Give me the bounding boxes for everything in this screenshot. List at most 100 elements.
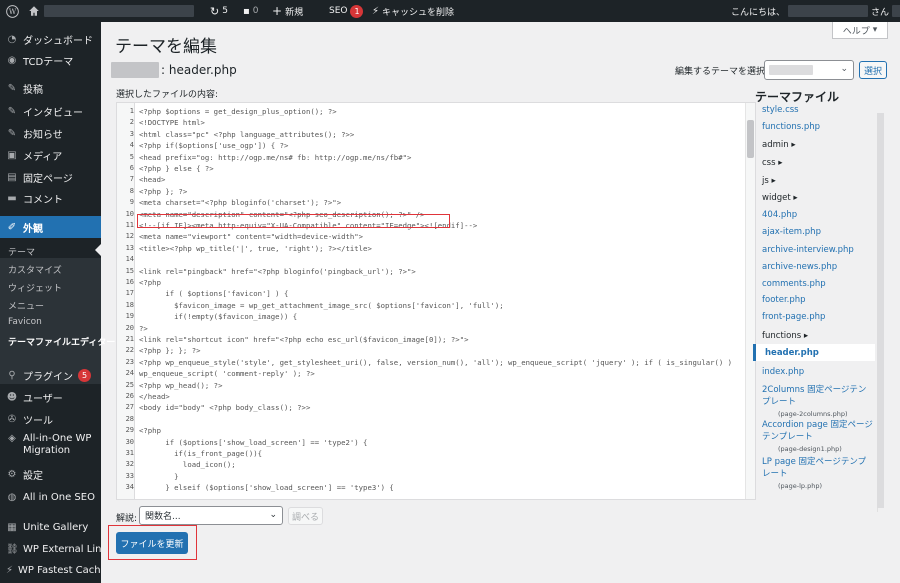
file-item[interactable]: Accordion page 固定ページテンプレート [762, 419, 874, 443]
line-number: 13 [125, 243, 134, 252]
line-number: 34 [125, 483, 134, 492]
submenu-menus[interactable]: メニュー [0, 299, 101, 312]
pin-icon: ✎ [7, 127, 17, 139]
file-item[interactable]: footer.php [762, 295, 806, 305]
line-number: 28 [125, 414, 134, 423]
menu-pages[interactable]: ▤ 固定ページ [0, 168, 101, 186]
cache-icon: ⚡ [372, 5, 380, 17]
line-number: 32 [125, 460, 134, 469]
folder-item[interactable]: js ▸ [762, 176, 776, 186]
plugin-icon: ⚲ [8, 369, 16, 381]
folder-item[interactable]: functions ▸ [762, 331, 808, 341]
menu-all-in-one-seo[interactable]: ◍ All in One SEO [0, 488, 101, 506]
theme-file-list: style.css functions.php admin ▸ css ▸ js ▸ wi… [753, 105, 875, 513]
code-line: <head prefix="og: http://ogp.me/ns# fb: … [139, 152, 412, 162]
page-title: テーマを編集 [115, 37, 217, 57]
menu-appearance[interactable]: ✐ 外観 [0, 216, 101, 238]
clear-cache-link[interactable]: ⚡ キャッシュを削除 [372, 0, 454, 22]
code-line: <?php $options = get_design_plus_option(… [139, 107, 337, 116]
code-line: <?php [139, 426, 161, 436]
theme-name-redacted [111, 62, 159, 78]
line-number: 17 [125, 289, 134, 298]
code-line: <body id="body" <?php body_class(); ?>> [139, 403, 311, 413]
file-item[interactable]: 2Columns 固定ページテンプレート [762, 384, 874, 408]
code-line: } [139, 471, 179, 481]
menu-tools[interactable]: ✇ ツール [0, 410, 101, 428]
theme-select[interactable]: ⌄ [764, 60, 854, 80]
migration-icon: ◈ [8, 433, 16, 444]
folder-item[interactable]: admin ▸ [762, 140, 796, 150]
file-item[interactable]: 404.php [762, 210, 797, 220]
wordpress-icon[interactable]: W [6, 0, 19, 22]
code-line: } elseif ($options['show_load_screen'] =… [139, 483, 394, 493]
code-line: <title><?php wp_title('|', true, 'right'… [139, 243, 372, 253]
line-number: 5 [129, 152, 134, 161]
file-item[interactable]: header.php [753, 344, 875, 361]
line-number: 26 [125, 392, 134, 400]
code-line: load_icon(); [139, 460, 236, 470]
page-icon: ▤ [7, 171, 17, 183]
file-item[interactable]: functions.php [762, 122, 820, 132]
home-icon[interactable] [28, 0, 40, 22]
code-editor[interactable]: 1 2 3 4 5 6 7 8 9 10 11 12 13 14 15 16 17 18 19 20 21 22 23 24 2… [116, 102, 756, 500]
update-file-button[interactable]: ファイルを更新 [116, 532, 188, 554]
menu-unite-gallery[interactable]: ▦ Unite Gallery [0, 518, 101, 536]
submenu-customize[interactable]: カスタマイズ [0, 263, 101, 276]
chevron-down-icon: ▾ [872, 25, 878, 35]
menu-plugins[interactable]: ⚲ プラグイン 5 [0, 366, 101, 384]
code-line: <?php if($options['use_ogp']) { ?> [139, 141, 289, 151]
comments-link[interactable]: ▪ 0 [243, 0, 259, 22]
seo-badge: 1 [350, 4, 364, 18]
folder-item[interactable]: css ▸ [762, 158, 783, 168]
submenu-theme-file-editor[interactable]: テーマファイルエディター [0, 335, 115, 348]
submenu-themes[interactable]: テーマ [0, 245, 101, 258]
lookup-button[interactable]: 調べる [288, 507, 323, 525]
menu-wp-fastest-cache[interactable]: ⚡ WP Fastest Cache [0, 561, 107, 579]
menu-media[interactable]: ▣ メディア [0, 146, 101, 164]
seo-icon: ◍ [7, 491, 17, 503]
menu-interview[interactable]: ✎ インタビュー [0, 102, 101, 120]
menu-dashboard[interactable]: ◔ ダッシュボード [0, 30, 101, 48]
my-account[interactable]: こんにちは、 さん [731, 0, 900, 22]
menu-all-in-one-wp-migration[interactable]: ◈ All-in-One WP Migration [0, 433, 101, 461]
file-item[interactable]: front-page.php [762, 312, 825, 322]
admin-bar: W ↻ 5 ▪ 0 + 新規 SEO 1 ⚡ キャッシュを削除 こんにちは、 さ… [0, 0, 900, 22]
line-number: 22 [125, 346, 134, 355]
file-item[interactable]: comments.php [762, 279, 826, 289]
line-number: 25 [125, 380, 134, 389]
brush-icon: ✐ [7, 221, 17, 233]
function-select[interactable]: 関数名... ⌄ [139, 506, 283, 525]
help-button[interactable]: ヘルプ ▾ [832, 22, 888, 39]
file-item[interactable]: style.css [762, 105, 799, 115]
menu-tcd-theme[interactable]: ◉ TCDテーマ [0, 51, 101, 69]
line-number: 1 [129, 107, 134, 115]
updates-link[interactable]: ↻ 5 [210, 0, 228, 22]
menu-settings[interactable]: ⚙ 設定 [0, 465, 101, 483]
line-number: 29 [125, 426, 134, 435]
file-item[interactable]: archive-news.php [762, 262, 837, 272]
file-item[interactable]: archive-interview.php [762, 245, 854, 255]
file-item[interactable]: ajax-item.php [762, 227, 821, 237]
select-theme-button[interactable]: 選択 [859, 61, 887, 79]
submenu-favicon[interactable]: Favicon [0, 317, 101, 327]
file-item[interactable]: LP page 固定ページテンプレート [762, 456, 874, 480]
file-list-scrollbar-thumb[interactable] [877, 113, 884, 508]
menu-users[interactable]: ☻ ユーザー [0, 388, 101, 406]
submenu-widgets[interactable]: ウィジェット [0, 281, 101, 294]
new-content-link[interactable]: + 新規 [272, 0, 303, 22]
file-content-label: 選択したファイルの内容: [116, 90, 219, 100]
menu-news[interactable]: ✎ お知らせ [0, 124, 101, 142]
dashboard-icon: ◔ [7, 33, 17, 45]
code-line: <?php } else { ?> [139, 164, 214, 173]
folder-item[interactable]: widget ▸ [762, 193, 798, 203]
admin-menu: ◔ ダッシュボード ◉ TCDテーマ ✎ 投稿 ✎ インタビュー ✎ お知らせ ▣ メディア… [0, 22, 115, 583]
code-line: <?php [139, 278, 161, 287]
line-number: 21 [125, 335, 134, 343]
line-number: 20 [125, 323, 134, 332]
menu-wp-external-links[interactable]: ⛓ WP External Links [0, 540, 112, 558]
menu-comments[interactable]: ▬ コメント [0, 189, 101, 207]
site-name[interactable] [44, 0, 194, 22]
file-item[interactable]: index.php [762, 367, 804, 377]
seo-menu[interactable]: SEO 1 [329, 0, 364, 22]
menu-posts[interactable]: ✎ 投稿 [0, 79, 101, 97]
